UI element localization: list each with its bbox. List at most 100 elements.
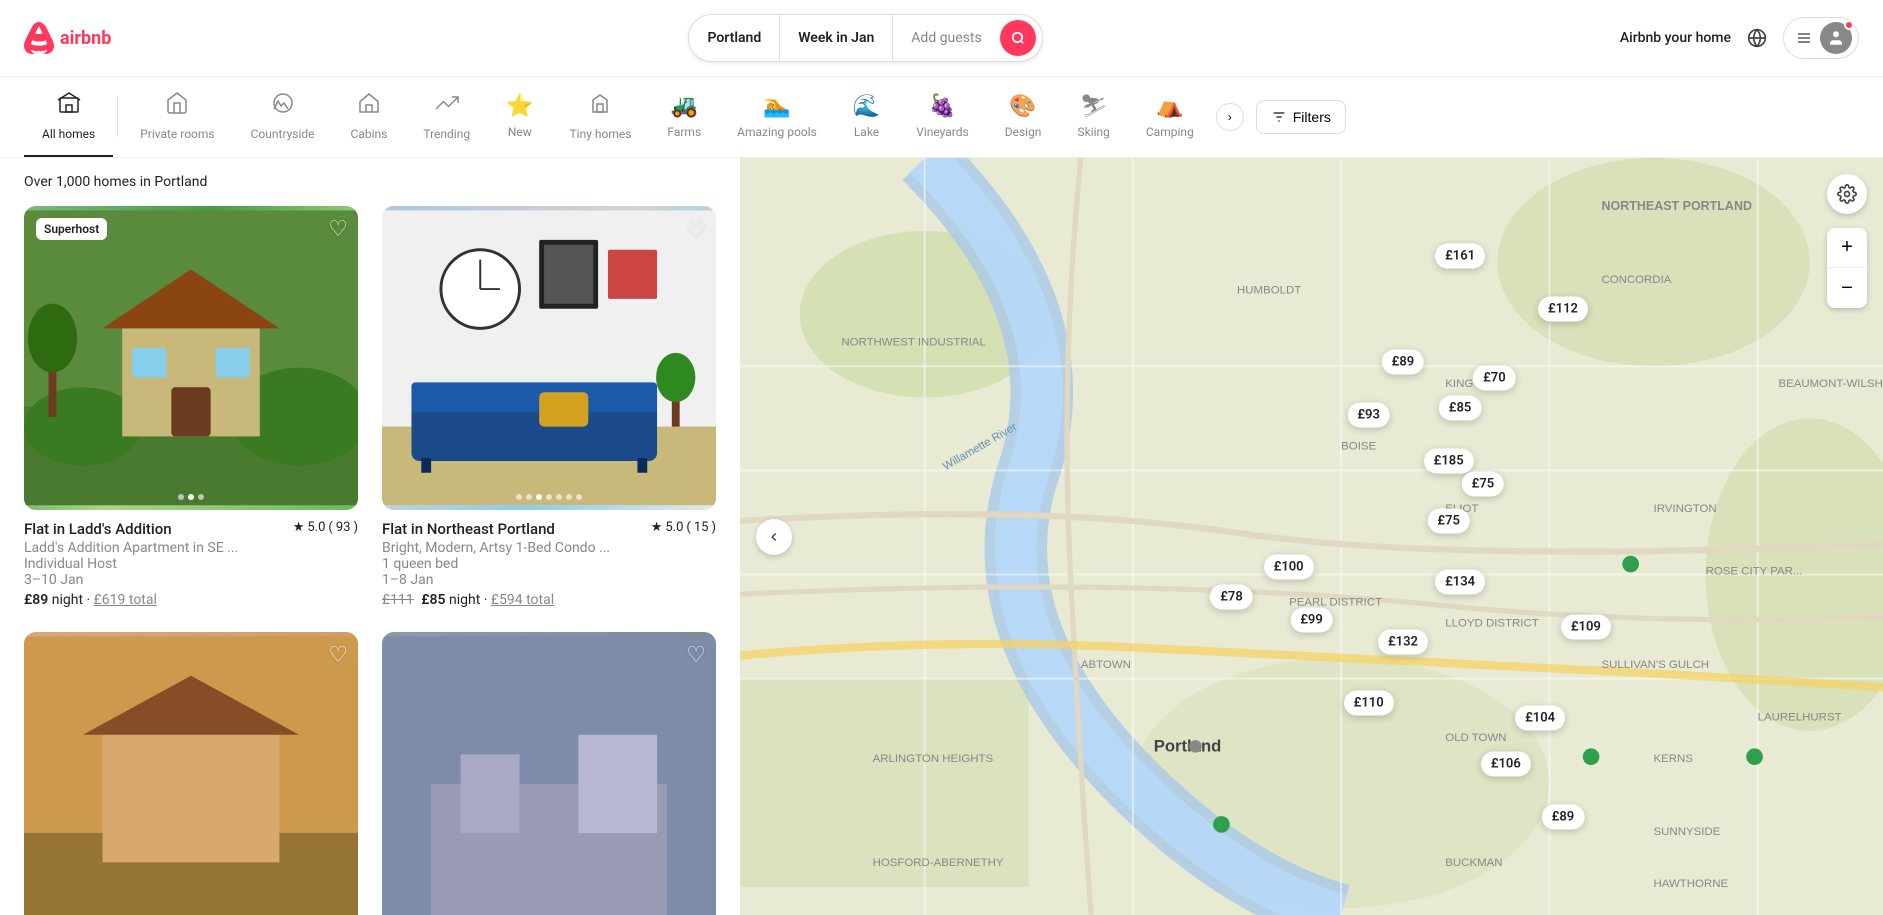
- map-settings-button[interactable]: [1827, 174, 1867, 214]
- svg-text:ARLINGTON HEIGHTS: ARLINGTON HEIGHTS: [873, 753, 994, 765]
- category-all-homes[interactable]: All homes: [24, 77, 113, 157]
- category-amazing-pools[interactable]: 🏊 Amazing pools: [719, 80, 835, 155]
- wishlist-button-1[interactable]: ♡: [328, 216, 348, 242]
- category-tiny-homes-label: Tiny homes: [570, 127, 632, 141]
- wishlist-button-2[interactable]: ♡: [686, 216, 706, 242]
- filters-button[interactable]: Filters: [1256, 100, 1346, 134]
- map-pin-161[interactable]: £161: [1435, 244, 1485, 269]
- category-private-rooms[interactable]: Private rooms: [122, 77, 232, 157]
- map-pin-85[interactable]: £85: [1439, 395, 1482, 420]
- wishlist-button-4[interactable]: ♡: [686, 642, 706, 668]
- category-skiing[interactable]: ⛷ Skiing: [1059, 80, 1127, 155]
- category-skiing-label: Skiing: [1077, 125, 1109, 139]
- listing-card-1[interactable]: Superhost ♡ Flat in Ladd's Addition ★ 5.…: [24, 206, 358, 608]
- listing-3-image: [24, 632, 358, 915]
- search-button[interactable]: [1000, 20, 1036, 56]
- map-svg: NORTHWEST INDUSTRIAL HUMBOLDT CONCORDIA …: [740, 158, 1883, 915]
- map-pin-89[interactable]: £89: [1382, 350, 1425, 375]
- category-cabins-label: Cabins: [351, 127, 388, 141]
- dot2-1: [516, 494, 522, 500]
- map-pin-134[interactable]: £134: [1435, 569, 1485, 594]
- category-new[interactable]: ⭐ New: [488, 80, 551, 155]
- user-menu-button[interactable]: [1783, 17, 1859, 59]
- map-pin-75[interactable]: £75: [1427, 509, 1470, 534]
- svg-text:ABTOWN: ABTOWN: [1081, 659, 1131, 671]
- map-collapse-button[interactable]: [756, 519, 792, 555]
- nav-arrow-button[interactable]: ›: [1216, 103, 1244, 131]
- map-pin-100[interactable]: £100: [1264, 554, 1314, 579]
- category-design[interactable]: 🎨 Design: [987, 80, 1060, 155]
- map-pin-99[interactable]: £99: [1290, 607, 1333, 632]
- search-icon: [1011, 31, 1025, 45]
- results-count: Over 1,000 homes in Portland: [24, 174, 716, 190]
- listing-2-host: 1 queen bed: [382, 556, 716, 572]
- notification-dot: [1844, 20, 1854, 30]
- category-design-label: Design: [1005, 125, 1042, 139]
- map-pin-104[interactable]: £104: [1515, 706, 1565, 731]
- listing-3-image-wrap: ♡: [24, 632, 358, 915]
- listing-1-price: £89 night · £619 total: [24, 592, 358, 608]
- dot2-7: [576, 494, 582, 500]
- listing-2-price-total[interactable]: £594 total: [491, 592, 554, 608]
- listing-1-dates: 3–10 Jan: [24, 572, 358, 588]
- zoom-in-button[interactable]: +: [1827, 228, 1867, 268]
- listings-grid: Superhost ♡ Flat in Ladd's Addition ★ 5.…: [24, 206, 716, 915]
- airbnb-logo-icon: [24, 22, 54, 54]
- listing-1-host: Individual Host: [24, 556, 358, 572]
- map-pin-75b[interactable]: £75: [1462, 471, 1505, 496]
- farms-icon: 🚜: [671, 94, 698, 119]
- all-homes-icon: [57, 91, 81, 121]
- category-amazing-pools-label: Amazing pools: [737, 125, 817, 139]
- dot2-3: [536, 494, 542, 500]
- category-tiny-homes[interactable]: Tiny homes: [552, 77, 650, 157]
- map-pin-78[interactable]: £78: [1210, 585, 1253, 610]
- dot-1: [178, 494, 184, 500]
- globe-icon: [1747, 28, 1767, 48]
- listing-1-title-row: Flat in Ladd's Addition ★ 5.0 (93): [24, 520, 358, 538]
- guests-search[interactable]: Add guests: [893, 15, 999, 61]
- category-camping[interactable]: ⛺ Camping: [1128, 80, 1212, 155]
- listing-card-2[interactable]: ♡ Flat in Northeast Portland: [382, 206, 716, 608]
- listing-1-price-per: night ·: [52, 592, 94, 608]
- chevron-left-icon: [767, 530, 781, 544]
- map-pin-132[interactable]: £132: [1378, 630, 1428, 655]
- map-pin-112[interactable]: £112: [1538, 297, 1588, 322]
- wishlist-button-3[interactable]: ♡: [328, 642, 348, 668]
- svg-text:NORTHEAST PORTLAND: NORTHEAST PORTLAND: [1601, 199, 1752, 213]
- zoom-out-button[interactable]: −: [1827, 268, 1867, 308]
- category-trending[interactable]: Trending: [405, 77, 488, 157]
- map-pin-109[interactable]: £109: [1561, 615, 1611, 640]
- category-farms[interactable]: 🚜 Farms: [649, 80, 719, 155]
- svg-text:LAURELHURST: LAURELHURST: [1758, 711, 1842, 723]
- map-pin-185[interactable]: £185: [1424, 448, 1474, 473]
- dates-search[interactable]: Week in Jan: [780, 15, 893, 61]
- cabins-icon: [357, 91, 381, 121]
- location-search[interactable]: Portland: [689, 15, 780, 61]
- lake-icon: 🌊: [853, 94, 880, 119]
- logo[interactable]: airbnb: [24, 22, 111, 54]
- listing-1-price-total[interactable]: £619 total: [94, 592, 157, 608]
- airbnb-home-link[interactable]: Airbnb your home: [1620, 30, 1731, 46]
- svg-text:OLD TOWN: OLD TOWN: [1445, 732, 1506, 744]
- listing-card-4[interactable]: ♡: [382, 632, 716, 915]
- category-lake[interactable]: 🌊 Lake: [835, 80, 898, 155]
- superhost-badge: Superhost: [36, 218, 107, 240]
- map-pin-106[interactable]: £106: [1481, 751, 1531, 776]
- globe-button[interactable]: [1747, 28, 1767, 48]
- svg-text:IRVINGTON: IRVINGTON: [1654, 503, 1717, 515]
- category-vineyards[interactable]: 🍇 Vineyards: [898, 80, 987, 155]
- map-pin-89b[interactable]: £89: [1542, 804, 1585, 829]
- image-dots-2: [516, 494, 582, 500]
- svg-text:SUNNYSIDE: SUNNYSIDE: [1654, 826, 1721, 838]
- user-icon: [1827, 29, 1845, 47]
- listing-card-3[interactable]: ♡: [24, 632, 358, 915]
- category-cabins[interactable]: Cabins: [333, 77, 406, 157]
- settings-icon: [1837, 184, 1857, 204]
- map-pin-70[interactable]: £70: [1473, 365, 1516, 390]
- map-pin-110[interactable]: £110: [1344, 691, 1394, 716]
- category-countryside[interactable]: Countryside: [233, 77, 333, 157]
- listing-2-price-night: £85: [421, 592, 445, 608]
- map-zoom-controls: + −: [1827, 228, 1867, 308]
- new-icon: ⭐: [506, 94, 533, 119]
- map-pin-93[interactable]: £93: [1347, 403, 1390, 428]
